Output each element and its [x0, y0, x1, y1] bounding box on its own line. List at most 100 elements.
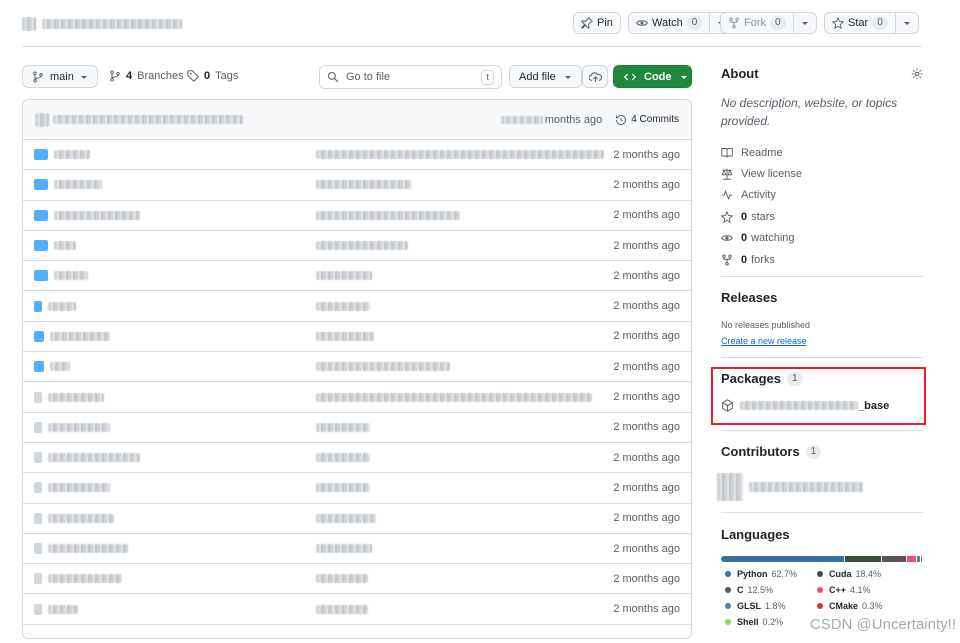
language-dot — [725, 619, 731, 625]
file-row[interactable]: 2 months ago — [23, 594, 691, 625]
file-name-redacted[interactable] — [48, 392, 104, 402]
search-shortcut: t — [481, 69, 494, 85]
gear-icon[interactable] — [911, 68, 923, 80]
file-row[interactable]: 2 months ago — [23, 322, 691, 353]
language-item-c[interactable]: C 12.5% — [725, 585, 817, 595]
language-dot — [725, 603, 731, 609]
file-commit-message-redacted[interactable] — [316, 483, 370, 493]
file-name-redacted[interactable] — [54, 180, 102, 190]
code-button[interactable]: Code — [613, 65, 692, 88]
fork-dropdown[interactable] — [792, 13, 816, 33]
file-commit-message-redacted[interactable] — [316, 453, 370, 463]
watch-button[interactable]: Watch 0 — [628, 12, 734, 34]
file-name-redacted[interactable] — [50, 362, 70, 372]
file-name-redacted[interactable] — [54, 271, 88, 281]
file-name-redacted[interactable] — [48, 513, 114, 523]
language-percent: 1.8% — [765, 601, 786, 611]
commits-link[interactable]: 4 Commits — [615, 114, 679, 126]
license-link[interactable]: View license — [721, 163, 923, 184]
contributor-item[interactable] — [717, 473, 923, 501]
branches-link[interactable]: 4 Branches — [109, 70, 184, 82]
file-name-redacted[interactable] — [48, 422, 110, 432]
language-name: C — [737, 585, 744, 595]
tags-link[interactable]: 0 Tags — [187, 70, 238, 82]
fork-button[interactable]: Fork 0 — [720, 12, 817, 34]
releases-title[interactable]: Releases — [721, 290, 923, 305]
file-name-redacted[interactable] — [48, 604, 78, 614]
file-row[interactable]: 2 months ago — [23, 413, 691, 443]
file-row[interactable]: 2 months ago — [23, 231, 691, 262]
tags-count: 0 — [204, 70, 211, 82]
readme-link[interactable]: Readme — [721, 142, 923, 163]
file-name-redacted[interactable] — [48, 301, 76, 311]
book-icon — [721, 147, 733, 158]
file-age: 2 months ago — [613, 239, 680, 252]
language-item-shell[interactable]: Shell 0.2% — [725, 617, 817, 627]
file-row[interactable]: 2 months ago — [23, 201, 691, 231]
file-commit-message-redacted[interactable] — [316, 210, 460, 220]
repo-title[interactable] — [22, 14, 182, 34]
file-name-redacted[interactable] — [54, 210, 140, 220]
header-divider — [22, 46, 922, 47]
file-commit-message-redacted[interactable] — [316, 513, 376, 523]
file-commit-message-redacted[interactable] — [316, 150, 604, 160]
language-item-cpp[interactable]: C++ 4.1% — [817, 585, 917, 595]
file-commit-message-redacted[interactable] — [316, 544, 372, 553]
file-commit-message-redacted[interactable] — [316, 331, 374, 341]
star-button[interactable]: Star 0 — [824, 12, 919, 34]
file-row[interactable]: 2 months ago — [23, 140, 691, 171]
star-dropdown[interactable] — [894, 13, 918, 33]
file-commit-message-redacted[interactable] — [316, 271, 372, 281]
watching-count: 0 — [741, 232, 748, 245]
releases-section: Releases No releases published Create a … — [721, 290, 923, 347]
create-release-link[interactable]: Create a new release — [721, 336, 807, 346]
file-commit-message-redacted[interactable] — [316, 392, 592, 402]
branch-select[interactable]: main — [22, 65, 98, 88]
commit-time-redacted — [500, 115, 543, 124]
watching-link[interactable]: 0 watching — [721, 228, 923, 249]
file-row[interactable]: 2 months ago — [23, 261, 691, 292]
file-row[interactable]: 2 months ago — [23, 352, 691, 383]
file-age: 2 months ago — [613, 269, 680, 282]
file-row[interactable]: 2 months ago — [23, 473, 691, 504]
file-name-redacted[interactable] — [48, 483, 110, 493]
forks-link[interactable]: 0 forks — [721, 249, 923, 270]
file-row[interactable]: 2 months ago — [23, 534, 691, 565]
file-row[interactable]: 2 months ago — [23, 291, 691, 322]
star-label: Star — [848, 17, 869, 29]
stars-link[interactable]: 0 stars — [721, 206, 923, 227]
file-name-redacted[interactable] — [54, 241, 76, 251]
file-row[interactable]: 2 months ago — [23, 564, 691, 595]
file-name-redacted[interactable] — [48, 453, 140, 463]
file-row[interactable]: 2 months ago — [23, 170, 691, 201]
add-file-label: Add file — [519, 70, 556, 83]
language-item-cuda[interactable]: Cuda 18.4% — [817, 569, 917, 579]
language-item-glsl[interactable]: GLSL 1.8% — [725, 601, 817, 611]
add-file-button[interactable]: Add file — [509, 65, 582, 88]
file-commit-message-redacted[interactable] — [316, 241, 408, 251]
file-age: 2 months ago — [613, 330, 680, 343]
language-item-cmake[interactable]: CMake 0.3% — [817, 601, 917, 611]
folder-icon — [34, 361, 44, 373]
contributors-title[interactable]: Contributors — [721, 444, 800, 459]
file-name-redacted[interactable] — [54, 150, 90, 160]
file-row[interactable]: 2 months ago — [23, 504, 691, 534]
file-commit-message-redacted[interactable] — [316, 422, 370, 432]
file-row[interactable]: 2 months ago — [23, 382, 691, 413]
file-commit-message-redacted[interactable] — [316, 301, 370, 311]
file-name-redacted[interactable] — [48, 574, 122, 584]
file-commit-message-redacted[interactable] — [316, 362, 450, 372]
file-commit-message-redacted[interactable] — [316, 180, 412, 190]
codespace-button[interactable] — [582, 65, 608, 88]
language-name: GLSL — [737, 601, 761, 611]
file-commit-message-redacted[interactable] — [316, 574, 368, 584]
pin-button[interactable]: Pin — [573, 12, 621, 34]
activity-link[interactable]: Activity — [721, 185, 923, 206]
file-name-redacted[interactable] — [48, 544, 128, 553]
file-row[interactable]: 2 months ago — [23, 443, 691, 474]
commit-message-redacted[interactable] — [53, 115, 243, 124]
file-name-redacted[interactable] — [50, 331, 110, 341]
file-commit-message-redacted[interactable] — [316, 604, 368, 614]
go-to-file-input[interactable]: Go to file t — [319, 65, 502, 89]
language-item-python[interactable]: Python 62.7% — [725, 569, 817, 579]
